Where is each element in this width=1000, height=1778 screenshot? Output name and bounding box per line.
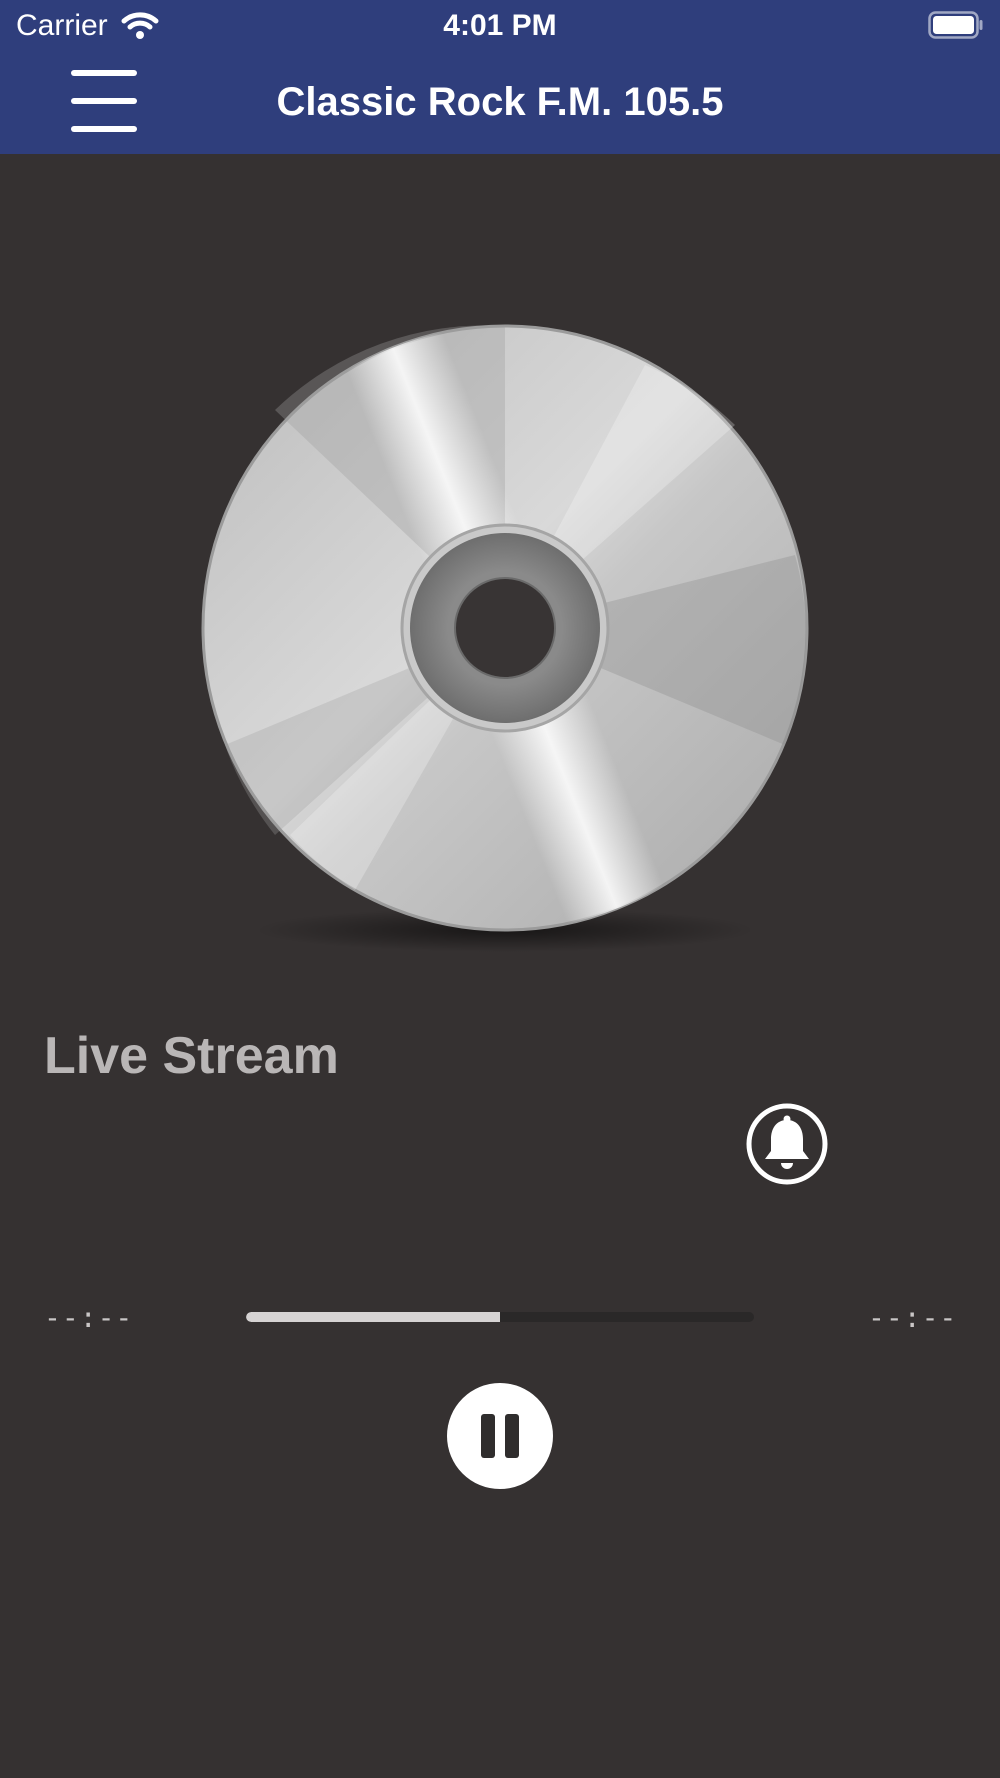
status-time: 4:01 PM (443, 9, 557, 42)
pause-icon (481, 1414, 495, 1458)
navigation-bar: Carrier 4:01 PM Classic Rock F.M. 105.5 (0, 0, 1000, 154)
pause-button[interactable] (447, 1383, 553, 1489)
pause-icon (505, 1414, 519, 1458)
progress-fill (246, 1312, 500, 1322)
page-title: Classic Rock F.M. 105.5 (276, 80, 724, 124)
compact-disc-icon (201, 324, 809, 952)
elapsed-time: --:-- (44, 1301, 134, 1334)
progress-slider[interactable] (246, 1312, 754, 1322)
battery-icon (928, 11, 983, 39)
stream-title: Live Stream (44, 1027, 339, 1085)
notification-bell-icon[interactable] (745, 1102, 829, 1186)
remaining-time: --:-- (868, 1301, 958, 1334)
